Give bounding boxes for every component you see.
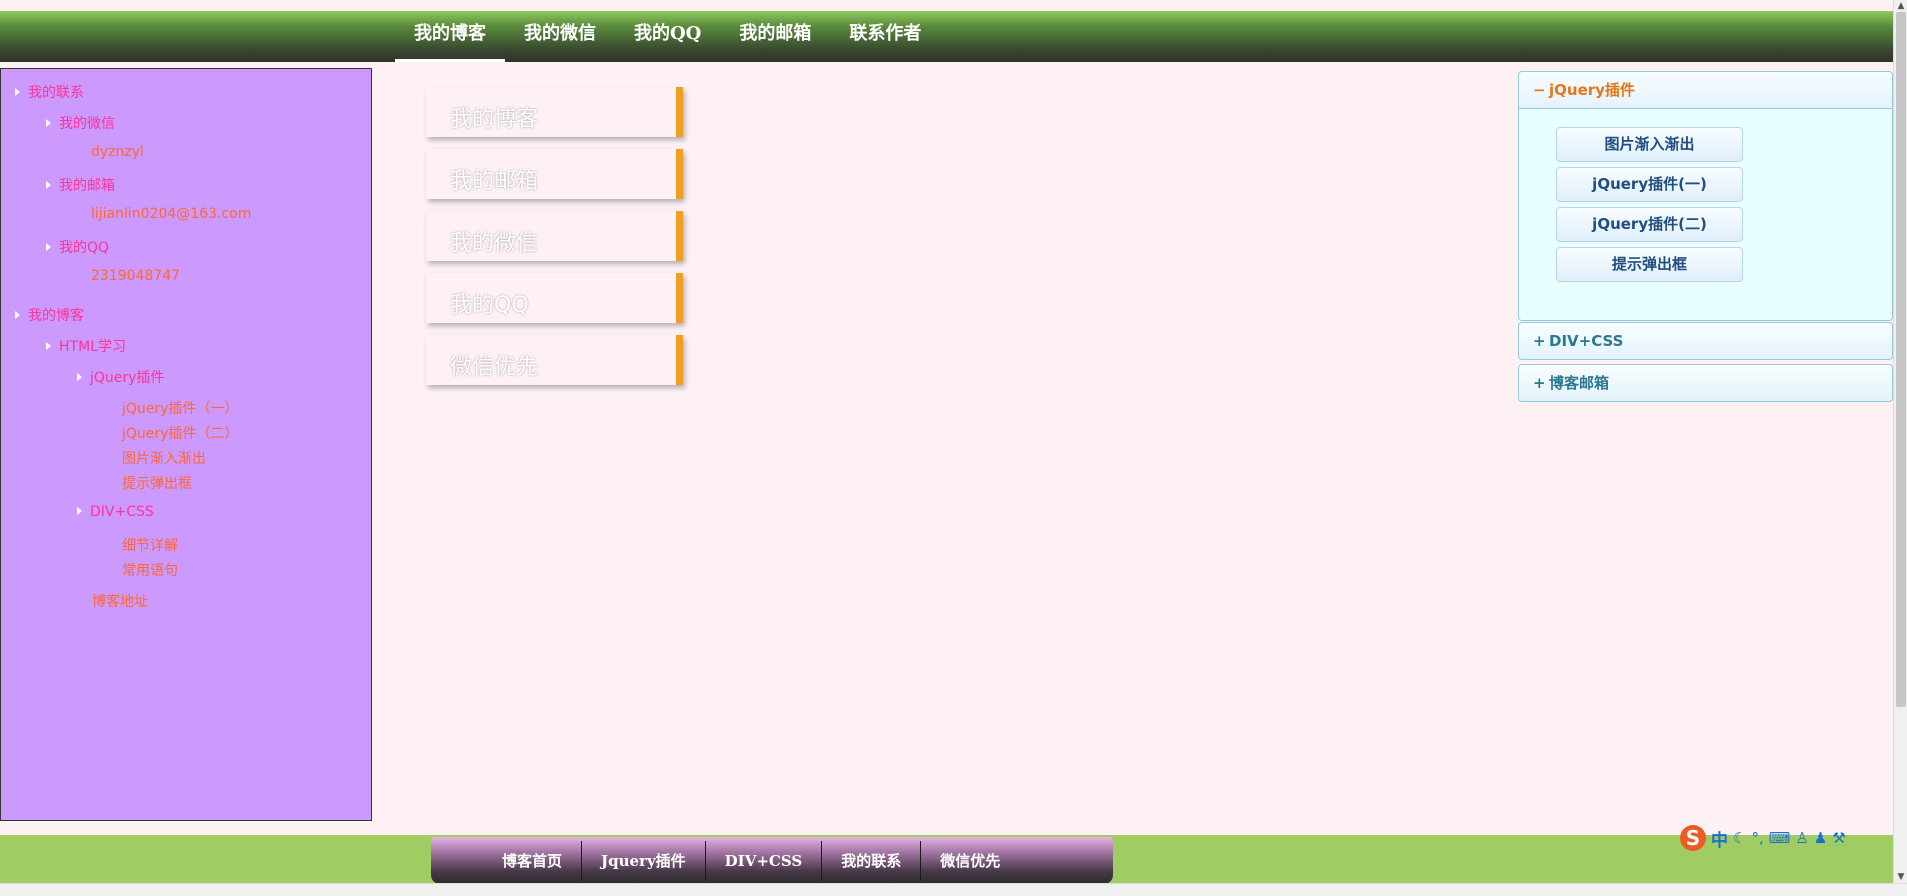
moon-icon[interactable]: ☾: [1733, 829, 1746, 847]
footer-divcss-link[interactable]: DIV+CSS: [704, 840, 822, 881]
tree-leaf-jquery-two[interactable]: jQuery插件（二）: [122, 423, 238, 443]
tree-leaf-email-value[interactable]: lijianlin0204@163.com: [91, 206, 251, 222]
tree-leaf-jquery-one[interactable]: jQuery插件（一）: [122, 398, 238, 418]
accordion-header-divcss[interactable]: + DIV+CSS: [1518, 322, 1893, 360]
wrench-icon[interactable]: ⚒: [1832, 829, 1845, 847]
scrollbar-thumb[interactable]: [1896, 12, 1906, 707]
triangle-right-icon: [46, 243, 51, 251]
jquery-two-button[interactable]: jQuery插件(二): [1556, 207, 1743, 242]
triangle-right-icon: [46, 342, 51, 350]
top-nav-bar: 我的博客 我的微信 我的QQ 我的邮箱 联系作者: [0, 11, 1893, 62]
scroll-up-icon[interactable]: ▲: [1894, 0, 1907, 12]
shirt-icon[interactable]: ♟: [1814, 829, 1827, 847]
accordion-body-jquery: 图片渐入渐出 jQuery插件(一) jQuery插件(二) 提示弹出框: [1518, 109, 1893, 321]
tree-item-divcss[interactable]: DIV+CSS: [77, 504, 154, 520]
accordion-divcss: + DIV+CSS: [1518, 322, 1893, 360]
ime-toolbar: S 中 ☾ °, ⌨ ♙ ♟ ⚒: [1680, 824, 1846, 852]
top-nav: 我的博客 我的微信 我的QQ 我的邮箱 联系作者: [395, 11, 940, 62]
tree-item-jquery[interactable]: jQuery插件: [77, 367, 164, 387]
tile-my-wechat[interactable]: 我的微信: [426, 211, 683, 261]
popup-button[interactable]: 提示弹出框: [1556, 247, 1743, 282]
nav-contact-author[interactable]: 联系作者: [830, 11, 940, 62]
tree-item-contact[interactable]: 我的联系: [15, 82, 84, 102]
scroll-down-icon[interactable]: ▼: [1894, 871, 1907, 883]
footer-contact-link[interactable]: 我的联系: [821, 840, 920, 881]
accordion-header-jquery[interactable]: − jQuery插件: [1518, 71, 1893, 109]
keyboard-icon[interactable]: ⌨: [1769, 829, 1791, 847]
footer-jquery-link[interactable]: Jquery插件: [581, 840, 705, 881]
ime-logo-icon[interactable]: S: [1680, 825, 1706, 851]
triangle-right-icon: [46, 119, 51, 127]
left-tree-panel: 我的联系 我的微信 dyznzyl 我的邮箱 lijianlin0204@163…: [0, 68, 372, 821]
ime-mode[interactable]: 中: [1711, 826, 1728, 851]
fade-button[interactable]: 图片渐入渐出: [1556, 127, 1743, 162]
minus-icon: −: [1533, 81, 1546, 99]
nav-my-qq[interactable]: 我的QQ: [615, 11, 720, 62]
jquery-one-button[interactable]: jQuery插件(一): [1556, 167, 1743, 202]
tile-wechat-first[interactable]: 微信优先: [426, 335, 683, 385]
footer-home-link[interactable]: 博客首页: [483, 841, 581, 881]
tile-my-blog[interactable]: 我的博客: [426, 87, 683, 137]
plus-icon: +: [1533, 332, 1546, 350]
tree-leaf-blog-address[interactable]: 博客地址: [92, 591, 148, 611]
tree-item-email[interactable]: 我的邮箱: [46, 175, 115, 195]
footer-nav: 博客首页 Jquery插件 DIV+CSS 我的联系 微信优先: [431, 837, 1113, 884]
user-icon[interactable]: ♙: [1795, 829, 1808, 847]
tree-item-wechat[interactable]: 我的微信: [46, 113, 115, 133]
plus-icon: +: [1533, 374, 1546, 392]
tree-item-html[interactable]: HTML学习: [46, 336, 126, 356]
triangle-right-icon: [15, 88, 20, 96]
accordion-header-blog-mail[interactable]: + 博客邮箱: [1518, 364, 1893, 402]
tree-leaf-qq-value[interactable]: 2319048747: [91, 268, 180, 284]
punctuation-icon[interactable]: °,: [1751, 829, 1763, 847]
triangle-right-icon: [77, 507, 82, 515]
tree-leaf-fade[interactable]: 图片渐入渐出: [122, 448, 206, 468]
tile-my-qq[interactable]: 我的QQ: [426, 273, 683, 323]
tree-leaf-common[interactable]: 常用语句: [122, 560, 178, 580]
nav-my-blog[interactable]: 我的博客: [395, 11, 505, 62]
vertical-scrollbar[interactable]: ▲ ▼: [1893, 0, 1907, 883]
tree-leaf-detail[interactable]: 细节详解: [122, 535, 178, 555]
triangle-right-icon: [77, 373, 82, 381]
nav-my-email[interactable]: 我的邮箱: [720, 11, 830, 62]
tile-my-email[interactable]: 我的邮箱: [426, 149, 683, 199]
triangle-right-icon: [15, 311, 20, 319]
tree-leaf-wechat-value[interactable]: dyznzyl: [91, 144, 144, 160]
accordion-jquery: − jQuery插件 图片渐入渐出 jQuery插件(一) jQuery插件(二)…: [1518, 71, 1893, 321]
nav-my-wechat[interactable]: 我的微信: [505, 11, 615, 62]
tree-item-blog[interactable]: 我的博客: [15, 305, 84, 325]
browser-status-bar: [0, 883, 1907, 896]
tree-item-qq[interactable]: 我的QQ: [46, 237, 109, 257]
footer-wechat-link[interactable]: 微信优先: [920, 840, 1019, 881]
triangle-right-icon: [46, 181, 51, 189]
accordion-blog-mail: + 博客邮箱: [1518, 364, 1893, 402]
tree-leaf-popup[interactable]: 提示弹出框: [122, 473, 192, 493]
